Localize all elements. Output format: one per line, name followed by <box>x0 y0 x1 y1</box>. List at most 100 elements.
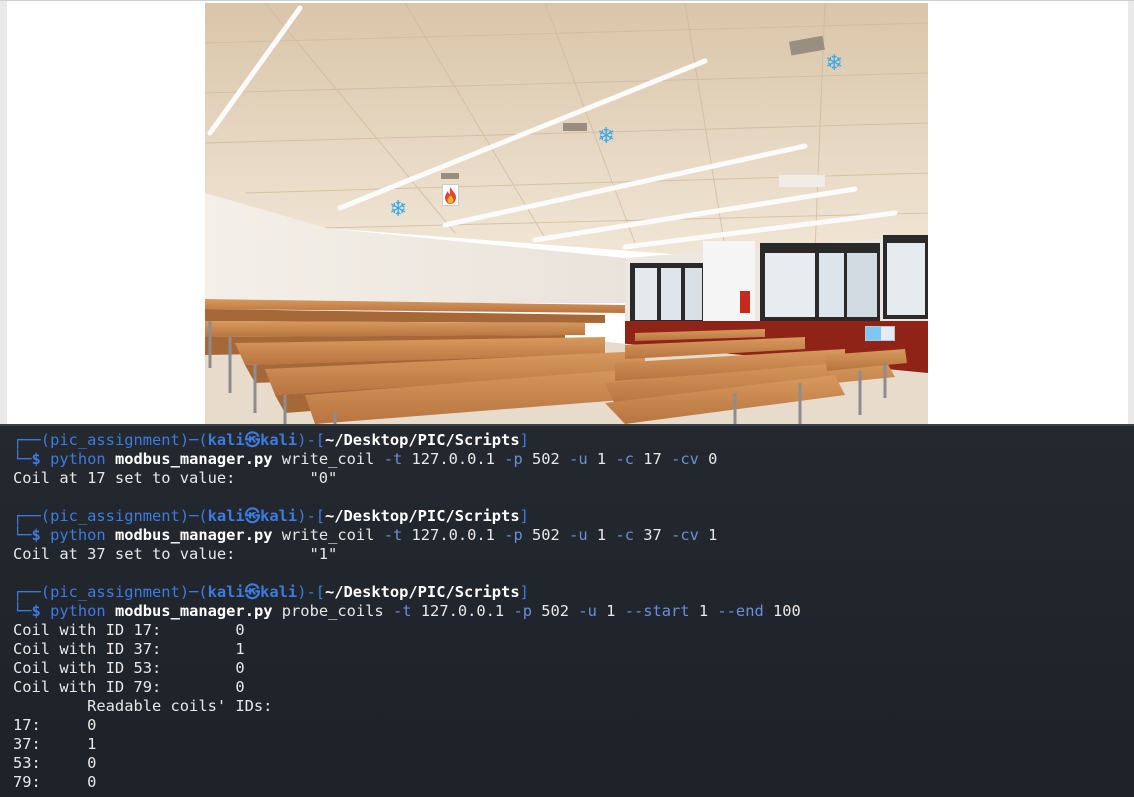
output-line: Coil with ID 53: 0 <box>13 659 1134 678</box>
command-flag: -cv <box>661 450 699 468</box>
command-value: 37 <box>633 526 662 544</box>
prompt-env: pic_assignment <box>50 583 180 601</box>
snowflake-icon[interactable]: ❄ <box>389 199 407 221</box>
command-interpreter: python <box>50 526 115 544</box>
output-line: 37: 1 <box>13 735 1134 754</box>
prompt-corner: ┌──( <box>13 431 51 449</box>
prompt-path: ~/Desktop/PIC/Scripts <box>325 507 520 525</box>
prompt-bracket: ] <box>519 431 529 449</box>
output-line: 53: 0 <box>13 754 1134 773</box>
prompt-bracket: ] <box>519 583 529 601</box>
prompt-separator: )-[ <box>297 431 325 449</box>
output-line: 79: 0 <box>13 773 1134 792</box>
classroom-scene: ❄ ❄ ❄ <box>205 3 928 424</box>
prompt-host: kali <box>260 583 298 601</box>
prompt-user: kali <box>207 507 245 525</box>
command-line: └─$ python modbus_manager.py write_coil … <box>13 526 1134 545</box>
prompt-corner: └─ <box>13 526 32 544</box>
fire-icon[interactable] <box>442 184 459 206</box>
prompt-corner: ┌──( <box>13 507 51 525</box>
command-value: 502 <box>532 602 570 620</box>
prompt-host: kali <box>260 507 298 525</box>
output-text: 37: 1 <box>13 735 97 753</box>
snowflake-icon[interactable]: ❄ <box>597 126 615 148</box>
command-line: └─$ python modbus_manager.py probe_coils… <box>13 602 1134 621</box>
output-text: 53: 0 <box>13 754 97 772</box>
prompt-path: ~/Desktop/PIC/Scripts <box>325 431 520 449</box>
command-value: 502 <box>522 526 560 544</box>
light-indicator-fill <box>866 327 882 340</box>
command-value: 127.0.0.1 <box>411 602 505 620</box>
prompt-user: kali <box>207 583 245 601</box>
output-line: Coil at 17 set to value: "0" <box>13 469 1134 488</box>
command-action: write_coil <box>272 450 375 468</box>
output-text: 79: 0 <box>13 773 97 791</box>
command-flag: -t <box>383 602 412 620</box>
command-value: 127.0.0.1 <box>402 450 495 468</box>
image-viewer-frame: ❄ ❄ ❄ <box>0 0 1134 425</box>
command-interpreter: python <box>50 450 115 468</box>
output-text: Coil with ID 53: 0 <box>13 659 245 677</box>
prompt-path: ~/Desktop/PIC/Scripts <box>325 583 520 601</box>
prompt-line: ┌──(pic_assignment)─(kali㉿kali)-[~/Deskt… <box>13 431 1134 450</box>
command-value: 1 <box>698 526 718 544</box>
command-value: 502 <box>522 450 560 468</box>
frame-right-edge <box>1128 1 1134 425</box>
prompt-corner: └─ <box>13 450 32 468</box>
light-indicator[interactable] <box>865 326 895 341</box>
prompt-separator: )─( <box>179 507 208 525</box>
command-value: 1 <box>587 450 607 468</box>
command-value: 0 <box>698 450 718 468</box>
command-script: modbus_manager.py <box>114 450 273 468</box>
output-line: Coil with ID 37: 1 <box>13 640 1134 659</box>
prompt-line: ┌──(pic_assignment)─(kali㉿kali)-[~/Deskt… <box>13 583 1134 602</box>
command-flag: --start <box>615 602 690 620</box>
command-flag: -cv <box>661 526 699 544</box>
prompt-env: pic_assignment <box>50 507 180 525</box>
prompt-corner: ┌──( <box>13 583 51 601</box>
output-text: Coil with ID 17: 0 <box>13 621 245 639</box>
output-text: Coil with ID 37: 1 <box>13 640 245 658</box>
output-text: 17: 0 <box>13 716 97 734</box>
prompt-dollar: $ <box>31 526 51 544</box>
prompt-host: kali <box>260 431 298 449</box>
output-text: Readable coils' IDs: <box>13 697 273 715</box>
frame-left-edge <box>0 1 7 425</box>
prompt-line: ┌──(pic_assignment)─(kali㉿kali)-[~/Deskt… <box>13 507 1134 526</box>
output-text: Coil at 17 set to value: "0" <box>13 469 338 487</box>
prompt-dollar: $ <box>31 450 51 468</box>
prompt-separator: )-[ <box>297 507 325 525</box>
command-flag: -c <box>606 450 634 468</box>
command-value: 1 <box>596 602 616 620</box>
command-flag: -u <box>569 602 597 620</box>
terminal-window[interactable]: ┌──(pic_assignment)─(kali㉿kali)-[~/Deskt… <box>0 424 1134 797</box>
output-text: Coil with ID 79: 0 <box>13 678 245 696</box>
command-flag: -u <box>559 450 588 468</box>
output-line: 17: 0 <box>13 716 1134 735</box>
prompt-corner: └─ <box>13 602 32 620</box>
terminal-content: ┌──(pic_assignment)─(kali㉿kali)-[~/Deskt… <box>13 431 1134 792</box>
prompt-dollar: $ <box>31 602 51 620</box>
command-value: 1 <box>689 602 709 620</box>
command-value: 1 <box>587 526 607 544</box>
prompt-separator: )─( <box>179 583 208 601</box>
fire-icon-graphic <box>445 186 456 204</box>
command-script: modbus_manager.py <box>114 602 273 620</box>
classroom-illustration <box>205 3 928 424</box>
prompt-separator: )─( <box>179 431 208 449</box>
prompt-separator: )-[ <box>297 583 325 601</box>
snowflake-icon[interactable]: ❄ <box>825 53 843 75</box>
output-line: Readable coils' IDs: <box>13 697 1134 716</box>
prompt-bracket: ] <box>519 507 529 525</box>
command-flag: -p <box>494 526 523 544</box>
command-flag: --end <box>708 602 764 620</box>
command-flag: -p <box>504 602 532 620</box>
command-flag: -t <box>374 526 403 544</box>
command-interpreter: python <box>50 602 115 620</box>
prompt-user: kali <box>207 431 245 449</box>
command-script: modbus_manager.py <box>114 526 273 544</box>
prompt-env: pic_assignment <box>50 431 180 449</box>
command-line: └─$ python modbus_manager.py write_coil … <box>13 450 1134 469</box>
